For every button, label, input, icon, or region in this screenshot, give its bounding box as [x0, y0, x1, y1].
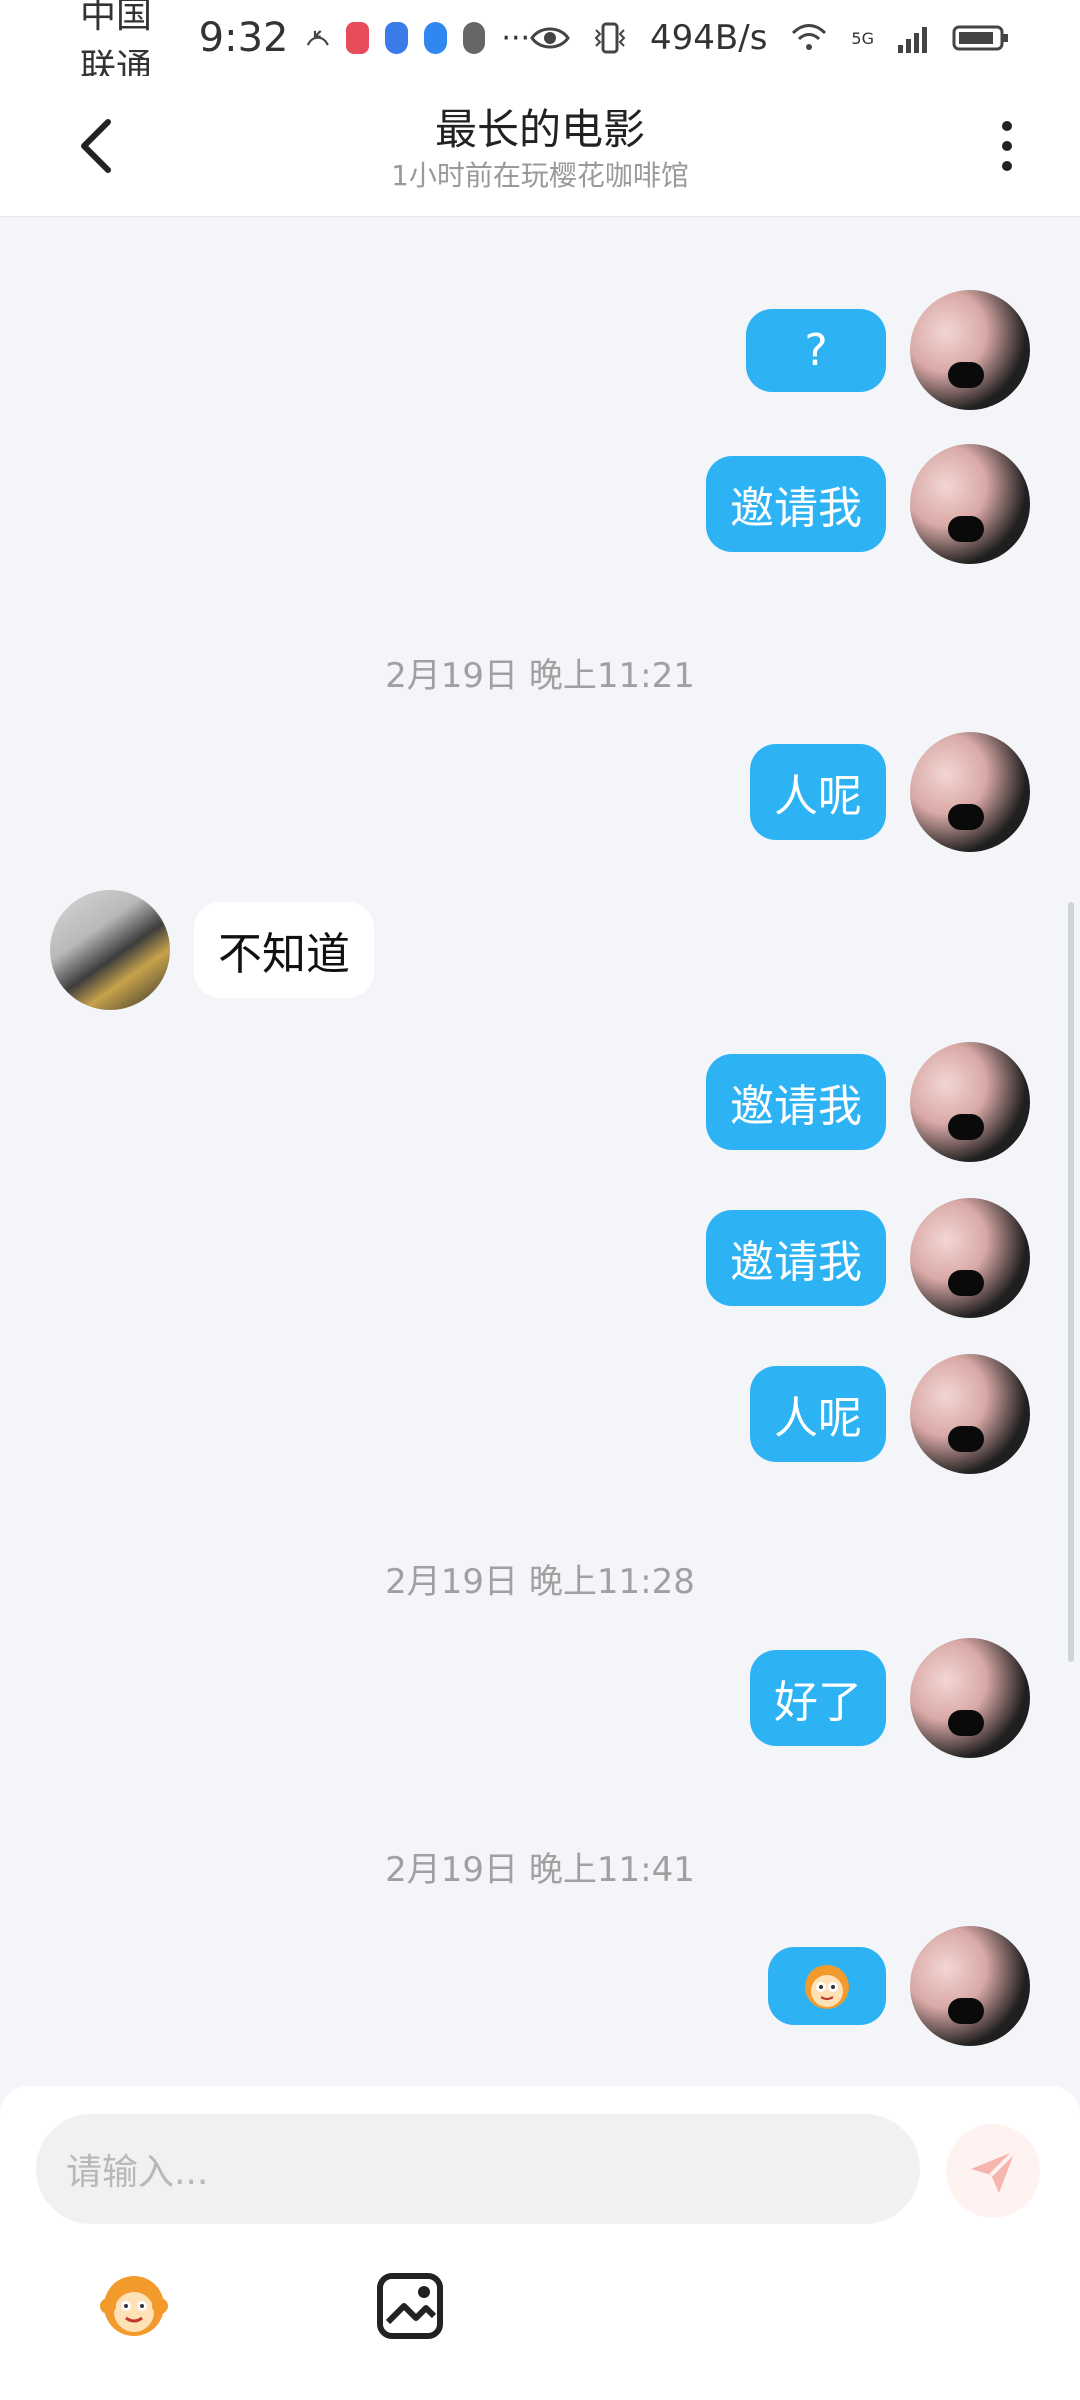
my-avatar[interactable] — [910, 444, 1030, 564]
chat-area[interactable]: ? 邀请我 2月19日 晚上11:21 人呢 不知道 邀请我 邀请我 人呢 2月… — [0, 216, 1080, 2086]
message-bubble[interactable]: 邀请我 — [706, 456, 886, 552]
my-avatar[interactable] — [910, 1638, 1030, 1758]
image-icon[interactable] — [370, 2266, 450, 2346]
timestamp: 2月19日 晚上11:28 — [385, 1562, 695, 1602]
message-bubble[interactable]: 不知道 — [194, 902, 374, 998]
sticker-bubble[interactable] — [768, 1947, 886, 2025]
message-bubble[interactable]: 邀请我 — [706, 1054, 886, 1150]
my-avatar[interactable] — [910, 1926, 1030, 2046]
emoji-monkey-icon[interactable] — [94, 2266, 174, 2346]
wechat-icon — [462, 22, 486, 54]
battery-icon — [952, 25, 1008, 51]
eye-icon — [530, 27, 570, 49]
message-input[interactable]: 请输入... — [36, 2114, 920, 2224]
app-badge-icon — [346, 22, 369, 54]
message-row: 人呢 — [750, 732, 1030, 852]
my-avatar[interactable] — [910, 732, 1030, 852]
network-speed: 494B/s — [650, 18, 768, 58]
send-button[interactable] — [946, 2124, 1040, 2218]
message-row: 人呢 — [750, 1354, 1030, 1474]
wifi-icon — [792, 24, 827, 50]
input-bar: 请输入... — [0, 2086, 1080, 2400]
message-bubble[interactable]: 邀请我 — [706, 1210, 886, 1306]
message-row: 邀请我 — [706, 444, 1030, 564]
message-row: ? — [746, 290, 1030, 410]
my-avatar[interactable] — [910, 1354, 1030, 1474]
contact-avatar[interactable] — [50, 890, 170, 1010]
send-icon — [971, 2149, 1017, 2193]
my-avatar[interactable] — [910, 1042, 1030, 1162]
message-bubble[interactable]: ? — [746, 308, 886, 392]
message-bubble[interactable]: 人呢 — [750, 1366, 886, 1462]
missed-call-icon — [306, 30, 329, 46]
my-avatar[interactable] — [910, 1198, 1030, 1318]
message-row: 好了 — [750, 1638, 1030, 1758]
time-label: 9:32 — [198, 15, 289, 61]
browser-icon — [423, 22, 447, 54]
my-avatar[interactable] — [910, 290, 1030, 410]
page-title: 最长的电影 — [434, 105, 645, 154]
message-row: 不知道 — [50, 890, 374, 1010]
status-bar: 中国联通 9:32 ··· 494B/s 5G — [0, 0, 1080, 88]
message-bubble[interactable]: 好了 — [750, 1650, 886, 1746]
message-row — [768, 1926, 1030, 2046]
scrollbar[interactable] — [1068, 902, 1074, 1662]
signal-icon — [898, 27, 927, 53]
message-bubble[interactable]: 人呢 — [750, 744, 886, 840]
network-type: 5G — [851, 28, 874, 48]
timestamp: 2月19日 晚上11:41 — [385, 1850, 695, 1890]
timestamp: 2月19日 晚上11:21 — [385, 656, 695, 696]
more-icon[interactable] — [992, 116, 1022, 176]
shield-icon — [384, 22, 408, 54]
vibrate-icon — [594, 22, 626, 54]
chat-header: 最长的电影 1小时前在玩樱花咖啡馆 — [0, 76, 1080, 217]
message-row: 邀请我 — [706, 1042, 1030, 1162]
message-row: 邀请我 — [706, 1198, 1030, 1318]
monkey-face-sticker — [805, 1965, 849, 2009]
ellipsis-icon: ··· — [501, 20, 531, 56]
contact-status: 1小时前在玩樱花咖啡馆 — [391, 159, 689, 192]
